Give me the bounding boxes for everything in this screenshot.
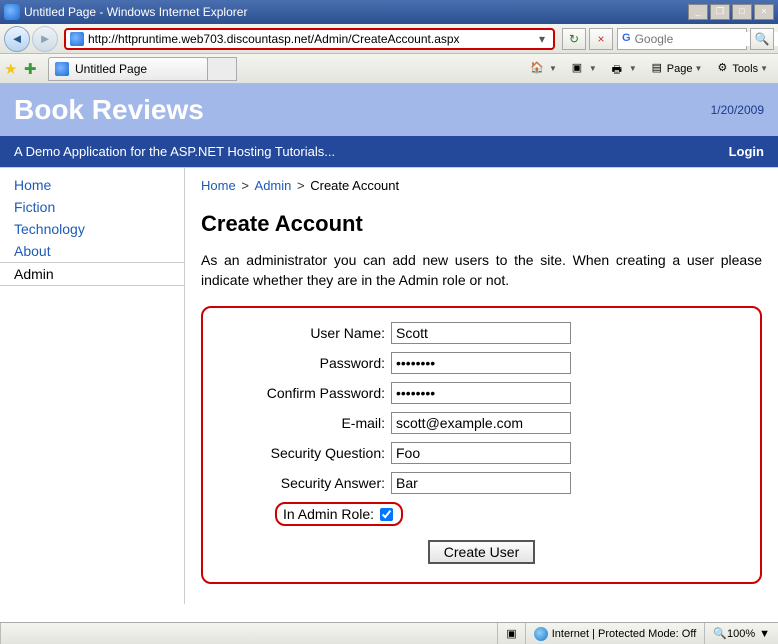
main-content: Home > Admin > Create Account Create Acc… [185,168,778,604]
tab-title: Untitled Page [75,62,147,76]
intro-text: As an administrator you can add new user… [201,251,762,290]
create-user-form: User Name: Password: Confirm Password: E… [201,306,762,584]
email-label: E-mail: [221,415,391,431]
window-title: Untitled Page - Windows Internet Explore… [24,5,686,19]
globe-icon [534,627,548,641]
url-input[interactable] [88,32,535,46]
security-zone[interactable]: Internet | Protected Mode: Off [525,623,705,644]
rss-icon: ▣ [569,61,585,77]
add-favorite-icon[interactable]: ✚ [24,60,42,78]
minimize-button[interactable]: _ [688,4,708,20]
security-answer-label: Security Answer: [221,475,391,491]
ie-icon [4,4,20,20]
site-banner: Book Reviews 1/20/2009 [0,84,778,136]
tagline: A Demo Application for the ASP.NET Hosti… [14,144,729,159]
maximize-button[interactable]: □ [732,4,752,20]
home-menu[interactable]: 🏠▼ [525,61,561,77]
security-answer-input[interactable] [391,472,571,494]
tools-menu[interactable]: ⚙Tools▼ [710,61,772,77]
confirm-password-input[interactable] [391,382,571,404]
page-icon [70,32,84,46]
favorites-icon[interactable]: ★ [4,60,22,78]
admin-role-highlight: In Admin Role: [275,502,403,526]
stop-button[interactable]: × [589,28,613,50]
email-input[interactable] [391,412,571,434]
breadcrumb: Home > Admin > Create Account [201,178,762,193]
search-box[interactable]: G [617,28,747,50]
new-tab-button[interactable] [207,57,237,81]
sub-banner: A Demo Application for the ASP.NET Hosti… [0,136,778,167]
admin-role-checkbox[interactable] [380,508,393,521]
sidebar-item-technology[interactable]: Technology [0,218,184,240]
address-toolbar: ◄ ► ▾ ↻ × G 🔍 [0,24,778,54]
browser-tab[interactable]: Untitled Page [48,57,208,81]
refresh-button[interactable]: ↻ [562,28,586,50]
page-menu[interactable]: ▤Page▼ [645,61,707,77]
print-menu[interactable]: 🖶▼ [605,61,641,77]
login-link[interactable]: Login [729,144,764,159]
tab-toolbar: ★ ✚ Untitled Page 🏠▼ ▣▼ 🖶▼ ▤Page▼ ⚙Tools… [0,54,778,84]
home-icon: 🏠 [529,61,545,77]
create-user-button[interactable]: Create User [428,540,535,564]
tab-favicon [55,62,69,76]
sidebar: Home Fiction Technology About Admin [0,168,185,604]
sidebar-item-fiction[interactable]: Fiction [0,196,184,218]
gear-icon: ⚙ [714,61,730,77]
page-heading: Create Account [201,211,762,237]
username-label: User Name: [221,325,391,341]
status-bar: ▣ Internet | Protected Mode: Off 🔍 100% … [0,622,778,644]
window-titlebar: Untitled Page - Windows Internet Explore… [0,0,778,24]
sidebar-item-about[interactable]: About [0,240,184,262]
page-icon-menu: ▤ [649,61,665,77]
username-input[interactable] [391,322,571,344]
search-button[interactable]: 🔍 [750,28,774,50]
forward-button[interactable]: ► [32,26,58,52]
security-question-label: Security Question: [221,445,391,461]
sidebar-item-admin[interactable]: Admin [0,262,184,286]
breadcrumb-admin[interactable]: Admin [255,178,292,193]
address-dropdown[interactable]: ▾ [535,32,549,46]
status-unknown-icon[interactable]: ▣ [497,623,524,644]
page-content: Book Reviews 1/20/2009 A Demo Applicatio… [0,84,778,604]
security-question-input[interactable] [391,442,571,464]
breadcrumb-home[interactable]: Home [201,178,236,193]
breadcrumb-current: Create Account [310,178,399,193]
address-bar[interactable]: ▾ [64,28,555,50]
feeds-menu[interactable]: ▣▼ [565,61,601,77]
zoom-icon: 🔍 [713,627,727,640]
confirm-password-label: Confirm Password: [221,385,391,401]
site-title: Book Reviews [14,94,711,126]
print-icon: 🖶 [609,61,625,77]
close-button[interactable]: × [754,4,774,20]
zoom-control[interactable]: 🔍 100% ▼ [704,623,778,644]
banner-date: 1/20/2009 [711,103,764,117]
sidebar-item-home[interactable]: Home [0,174,184,196]
password-label: Password: [221,355,391,371]
admin-role-label: In Admin Role: [283,506,380,522]
restore-button[interactable]: ❐ [710,4,730,20]
password-input[interactable] [391,352,571,374]
back-button[interactable]: ◄ [4,26,30,52]
google-icon: G [622,32,631,46]
